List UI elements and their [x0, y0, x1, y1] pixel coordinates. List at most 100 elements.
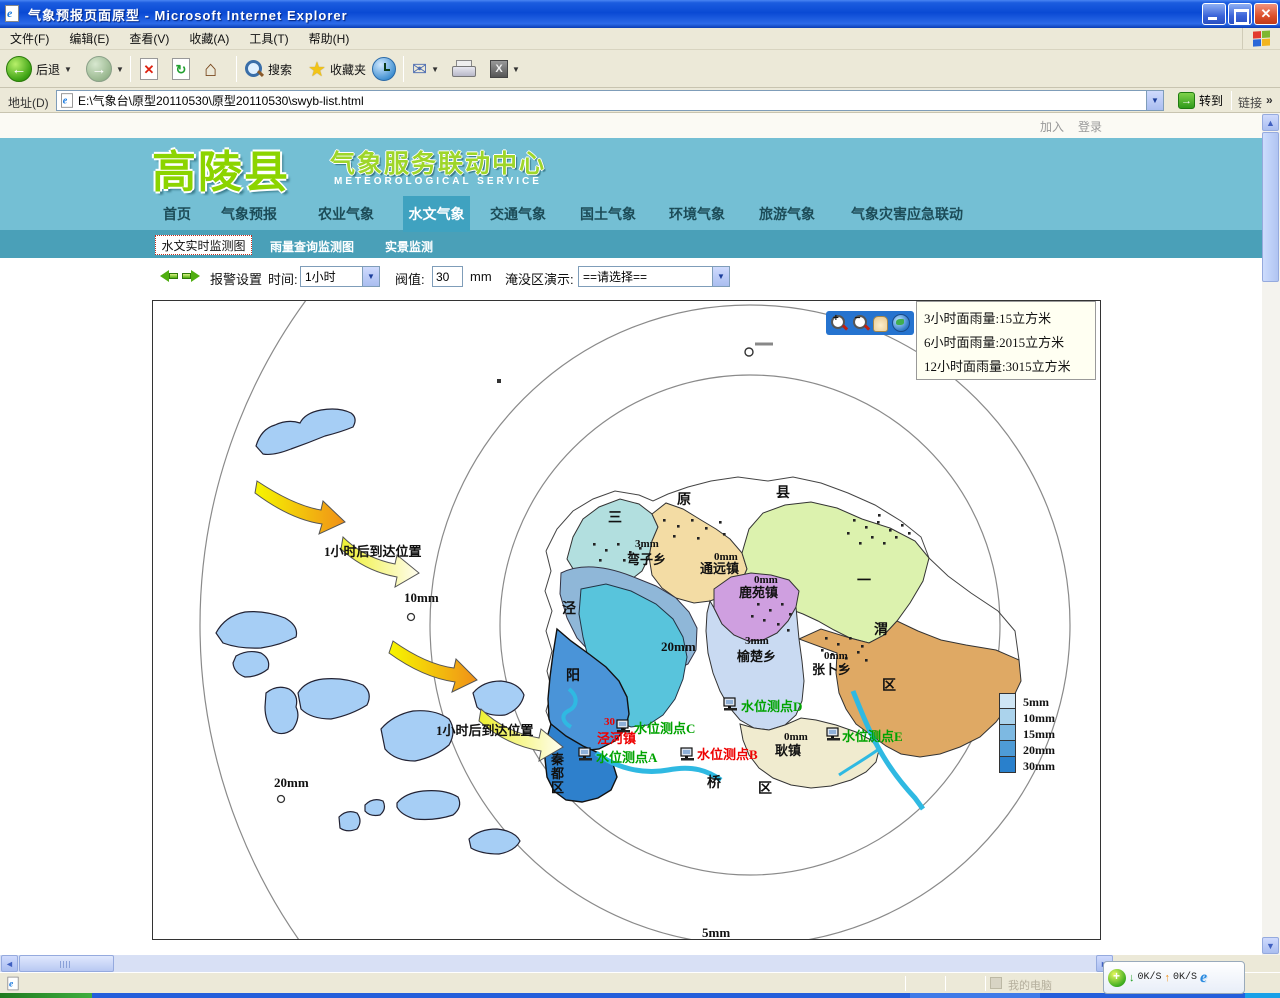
refresh-button[interactable]: ↻ — [172, 54, 190, 84]
edit-button[interactable]: X ▼ — [490, 54, 520, 84]
forward-dropdown-icon[interactable]: ▼ — [116, 65, 124, 74]
district-label: 区 — [758, 778, 773, 798]
menu-tools[interactable]: 工具(T) — [249, 30, 288, 47]
next-arrow-icon[interactable] — [182, 270, 200, 282]
flood-demo-select[interactable]: ==请选择==▼ — [578, 266, 730, 287]
nav-hydrology-active[interactable]: 水文气象 — [403, 196, 470, 232]
download-arrow-icon: ↓ — [1129, 972, 1135, 984]
history-button[interactable] — [372, 54, 396, 84]
join-link[interactable]: 加入 — [1040, 118, 1064, 135]
horizontal-scroll-thumb[interactable] — [19, 955, 114, 972]
start-button-edge[interactable] — [0, 993, 92, 998]
menu-view[interactable]: 查看(V) — [129, 30, 169, 47]
back-button[interactable]: ← 后退▼ — [6, 54, 72, 84]
favorites-button[interactable]: ★收藏夹 — [308, 54, 366, 84]
station-b-label[interactable]: 水位测点B — [697, 744, 758, 763]
legend-label: 5mm — [1023, 695, 1063, 710]
nav-tourism[interactable]: 旅游气象 — [759, 204, 815, 224]
district-label: 阳 — [566, 665, 581, 685]
menu-file[interactable]: 文件(F) — [10, 30, 49, 47]
ring-label-10mm: 10mm — [404, 590, 439, 606]
menu-help[interactable]: 帮助(H) — [309, 30, 350, 47]
scroll-up-icon[interactable]: ▲ — [1262, 114, 1279, 131]
address-field[interactable]: e ▼ — [56, 90, 1164, 111]
nav-environment[interactable]: 环境气象 — [669, 204, 725, 224]
legend-swatch-20mm — [999, 741, 1016, 757]
go-button[interactable]: → 转到 — [1172, 90, 1229, 111]
system-tray-edge — [1245, 993, 1280, 998]
mail-button[interactable]: ✉ ▼ — [412, 54, 439, 84]
mail-dropdown-icon[interactable]: ▼ — [431, 65, 439, 74]
pan-hand-icon[interactable] — [873, 316, 888, 332]
main-nav: 首页 气象预报 农业气象 水文气象 交通气象 国土气象 环境气象 旅游气象 气象… — [0, 196, 1262, 230]
nav-home[interactable]: 首页 — [163, 204, 191, 224]
legend-swatch-15mm — [999, 725, 1016, 741]
nav-agriculture[interactable]: 农业气象 — [318, 204, 374, 224]
address-label: 地址(D) — [8, 94, 49, 111]
subnav-live-view[interactable]: 实景监测 — [385, 238, 433, 255]
station-e-icon[interactable] — [827, 728, 840, 741]
threshold-input[interactable] — [432, 266, 463, 287]
station-e-label[interactable]: 水位测点E — [842, 726, 903, 745]
address-dropdown-icon[interactable]: ▼ — [1146, 91, 1163, 110]
minimize-button[interactable] — [1202, 3, 1226, 25]
menu-favorites[interactable]: 收藏(A) — [189, 30, 229, 47]
hydrology-map[interactable]: + − 3小时面雨量:15立方米 6小时面雨量:2015立方米 12小时面雨量:… — [152, 300, 1101, 940]
maximize-button[interactable] — [1228, 3, 1252, 25]
close-button[interactable] — [1254, 3, 1278, 25]
scroll-left-icon[interactable]: ◄ — [1, 955, 18, 972]
back-dropdown-icon[interactable]: ▼ — [64, 65, 72, 74]
mail-icon: ✉ — [412, 59, 427, 80]
zoom-in-icon[interactable]: + — [830, 314, 848, 332]
edit-dropdown-icon[interactable]: ▼ — [512, 65, 520, 74]
home-button[interactable]: ⌂ — [204, 54, 217, 84]
zoom-out-icon[interactable]: − — [852, 314, 870, 332]
subnav-rain-query[interactable]: 雨量查询监测图 — [270, 238, 354, 255]
nav-weather-forecast[interactable]: 气象预报 — [221, 204, 277, 224]
account-row: 加入 登录 — [0, 113, 1262, 138]
district-label: 县 — [776, 482, 791, 502]
district-label: 三 — [608, 507, 623, 527]
horizontal-scrollbar[interactable]: ◄ ► — [0, 955, 1113, 972]
toolbar-separator — [403, 56, 404, 82]
download-speed-widget[interactable]: ↓ 0K/S ↑ 0K/S e — [1103, 961, 1245, 994]
address-input[interactable] — [78, 94, 1146, 108]
download-manager-icon[interactable] — [1108, 969, 1126, 987]
stop-button[interactable]: ✕ — [140, 54, 158, 84]
menu-edit[interactable]: 编辑(E) — [69, 30, 109, 47]
scroll-down-icon[interactable]: ▼ — [1262, 937, 1279, 954]
station-d-label[interactable]: 水位测点D — [741, 696, 802, 715]
taskbar-button[interactable] — [910, 993, 1040, 998]
site-logo-title: 气象服务联动中心 — [330, 144, 546, 180]
station-a-icon[interactable] — [579, 748, 592, 761]
rain-contour-value: 20mm — [661, 639, 696, 655]
print-button[interactable] — [452, 54, 474, 84]
vertical-scrollbar[interactable]: ▲ ▼ — [1262, 113, 1280, 955]
nav-land[interactable]: 国土气象 — [580, 204, 636, 224]
legend-swatch-30mm — [999, 757, 1016, 773]
full-extent-globe-icon[interactable] — [892, 314, 910, 332]
station-b-icon[interactable] — [681, 748, 694, 761]
nav-traffic[interactable]: 交通气象 — [490, 204, 546, 224]
links-label[interactable]: 链接 — [1238, 94, 1262, 111]
district-label: 桥 — [707, 772, 722, 792]
vertical-scroll-thumb[interactable] — [1262, 132, 1279, 282]
status-separator — [985, 976, 986, 991]
subnav-realtime-map-active[interactable]: 水文实时监测图 — [155, 235, 252, 255]
links-chevron-icon[interactable]: » — [1266, 93, 1273, 107]
toolbar-separator — [236, 56, 237, 82]
search-button[interactable]: 搜索 — [244, 54, 292, 84]
forward-button[interactable]: → ▼ — [86, 54, 124, 84]
login-link[interactable]: 登录 — [1078, 118, 1102, 135]
time-select-dropdown-icon[interactable]: ▼ — [362, 267, 379, 286]
nav-disaster-emergency[interactable]: 气象灾害应急联动 — [851, 204, 963, 224]
time-select[interactable]: 1小时▼ — [300, 266, 380, 287]
title-bar[interactable]: e 气象预报页面原型 - Microsoft Internet Explorer — [0, 0, 1280, 28]
station-a-label[interactable]: 水位测点A — [596, 747, 657, 766]
station-c-label[interactable]: 水位测点C — [634, 718, 695, 737]
upload-arrow-icon: ↑ — [1165, 972, 1171, 984]
prev-arrow-icon[interactable] — [160, 270, 178, 282]
back-icon: ← — [6, 56, 32, 82]
flood-select-dropdown-icon[interactable]: ▼ — [712, 267, 729, 286]
station-d-icon[interactable] — [724, 698, 737, 711]
